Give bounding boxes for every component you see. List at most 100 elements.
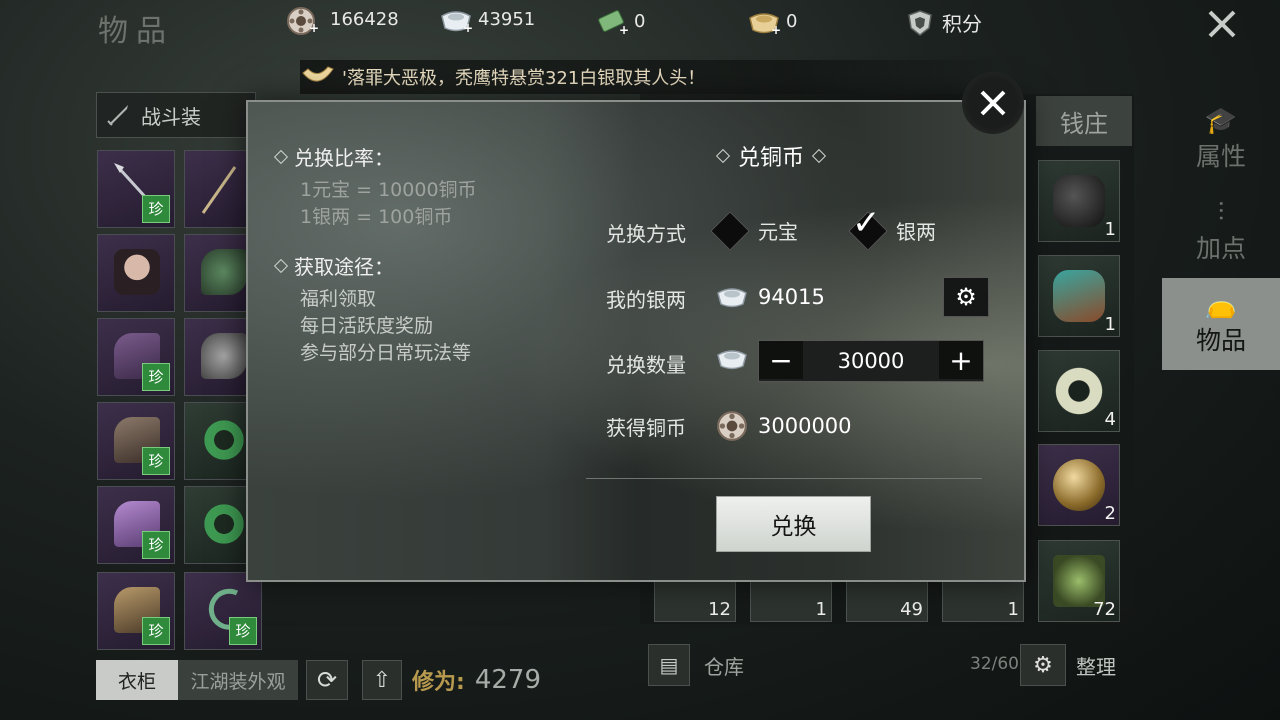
- currency-gold[interactable]: + 0: [748, 8, 797, 36]
- gear-icon: ⚙: [1020, 644, 1066, 686]
- right-nav: 🎓 属性 ⫶ 加点 👝 物品: [1162, 94, 1280, 370]
- silver-ingot-icon: +: [440, 6, 473, 34]
- checkmark-icon: ✓: [852, 202, 881, 243]
- rate-line: 1银两 = 100铜币: [300, 206, 453, 228]
- equip-slot-hook[interactable]: 珍: [184, 572, 262, 650]
- currency-jade[interactable]: + 0: [596, 8, 646, 36]
- silver-tael-value: 43951: [478, 8, 536, 30]
- storage-label: 仓库: [704, 654, 744, 679]
- source-line: 参与部分日常玩法等: [300, 342, 472, 364]
- inventory-item[interactable]: 2: [1038, 444, 1120, 526]
- equip-slot-belt[interactable]: 珍: [97, 402, 175, 480]
- copper-coin-value: 166428: [330, 8, 399, 30]
- arrow-up-icon: ⇧: [372, 667, 392, 693]
- source-line: 每日活跃度奖励: [300, 315, 434, 337]
- nav-attributes-label: 属性: [1195, 142, 1246, 171]
- bracelet-icon: [201, 417, 247, 463]
- jade-ticket-value: 0: [634, 10, 646, 32]
- page-title: 物品: [98, 14, 174, 49]
- source-section-title: 获取途径：: [273, 251, 556, 280]
- equip-slot-pants[interactable]: 珍: [97, 486, 175, 564]
- tab-appearance[interactable]: 江湖装外观: [178, 660, 298, 700]
- bag-icon: 👝: [1204, 290, 1238, 320]
- plus-icon: +: [308, 21, 320, 35]
- decrease-button[interactable]: −: [759, 341, 803, 379]
- cultivation-display: ⇧ 修为: 4279: [362, 660, 541, 700]
- jade-ring-icon: [1053, 365, 1105, 417]
- inventory-item[interactable]: 4: [1038, 350, 1120, 432]
- close-dialog-button[interactable]: [962, 72, 1024, 134]
- result-value: 3000000: [758, 414, 852, 438]
- diamond-icon: [715, 148, 731, 164]
- gold-ingot-icon: +: [748, 8, 781, 36]
- item-count: 2: [1104, 503, 1116, 524]
- cultivation-value: 4279: [474, 665, 541, 695]
- close-icon: [1208, 10, 1236, 38]
- close-page-button[interactable]: [1202, 4, 1242, 44]
- tab-wardrobe[interactable]: 衣柜: [96, 660, 178, 700]
- result-label: 获得铜币: [606, 416, 686, 440]
- nav-attributes[interactable]: 🎓 属性: [1162, 94, 1280, 186]
- jade-ticket-icon: +: [596, 8, 629, 36]
- ingot-checkbox[interactable]: [710, 210, 750, 251]
- rate-title: 兑换比率：: [294, 146, 394, 170]
- exchange-title-text: 兑铜币: [738, 146, 805, 171]
- quantity-stepper: − 30000 +: [758, 340, 984, 382]
- plus-icon: +: [770, 23, 782, 37]
- pearl-icon: [1053, 459, 1105, 511]
- inventory-item[interactable]: 72: [1038, 540, 1120, 622]
- gear-icon: ⚙: [955, 283, 977, 311]
- item-count: 49: [900, 599, 923, 620]
- my-silver-label: 我的银两: [606, 288, 686, 312]
- currency-copper[interactable]: + 166428: [286, 6, 399, 35]
- bag-capacity: 32/60: [970, 654, 1019, 674]
- nav-items[interactable]: 👝 物品: [1162, 278, 1280, 370]
- rare-badge: 珍: [229, 617, 257, 645]
- close-icon: [980, 90, 1006, 116]
- item-count: 1: [815, 599, 827, 620]
- points-button[interactable]: 积分: [906, 8, 982, 37]
- equip-slot-shoes[interactable]: 珍: [97, 572, 175, 650]
- exchange-title: 兑铜币: [715, 140, 827, 172]
- ring-icon: [201, 501, 247, 547]
- outfit-select-button[interactable]: 战斗装: [96, 92, 256, 138]
- tab-bank[interactable]: 钱庄: [1036, 96, 1132, 146]
- exchange-confirm-button[interactable]: 兑换: [716, 496, 871, 552]
- increase-button[interactable]: +: [939, 341, 983, 379]
- helmet-icon: [201, 333, 247, 379]
- source-title: 获取途径：: [294, 255, 394, 279]
- method-label: 兑换方式: [606, 222, 686, 246]
- result-display: 3000000: [716, 410, 852, 442]
- sort-button[interactable]: ⚙ 整理: [1020, 644, 1116, 686]
- shield-icon: [908, 9, 932, 36]
- upgrade-button[interactable]: ⇧: [362, 660, 402, 700]
- refresh-icon: ⟳: [316, 666, 338, 694]
- diamond-icon: [273, 258, 289, 273]
- announcement-text: '落罪大恶极，秃鹰特悬赏321白银取其人头！: [342, 68, 706, 89]
- rare-badge: 珍: [142, 195, 170, 223]
- storage-button[interactable]: ▤ 仓库: [648, 644, 744, 686]
- option-silver[interactable]: ✓ 银两: [848, 203, 936, 251]
- sort-label: 整理: [1076, 654, 1116, 679]
- equip-slot-armor[interactable]: 珍: [97, 318, 175, 396]
- chest-icon: ▤: [648, 644, 690, 686]
- equip-slot-weapon[interactable]: 珍: [97, 150, 175, 228]
- silver-ingot-icon: [717, 350, 747, 370]
- swap-outfit-button[interactable]: ⟳: [306, 660, 348, 700]
- nav-add-points[interactable]: ⫶ 加点: [1162, 186, 1280, 278]
- item-count: 1: [1104, 219, 1116, 240]
- currency-silver[interactable]: + 43951: [440, 6, 536, 34]
- plus-icon: +: [618, 23, 630, 37]
- source-line: 福利领取: [300, 288, 377, 310]
- sliders-icon: ⫶: [1217, 198, 1225, 228]
- option-ingot[interactable]: 元宝: [710, 210, 798, 251]
- rare-badge: 珍: [142, 617, 170, 645]
- divider: [586, 478, 982, 479]
- settings-button[interactable]: ⚙: [943, 277, 989, 317]
- item-count: 4: [1104, 409, 1116, 430]
- quantity-input[interactable]: 30000: [803, 341, 939, 381]
- character-portrait[interactable]: [97, 234, 175, 312]
- item-count: 1: [1007, 599, 1019, 620]
- inventory-item[interactable]: 1: [1038, 255, 1120, 337]
- inventory-item[interactable]: 1: [1038, 160, 1120, 242]
